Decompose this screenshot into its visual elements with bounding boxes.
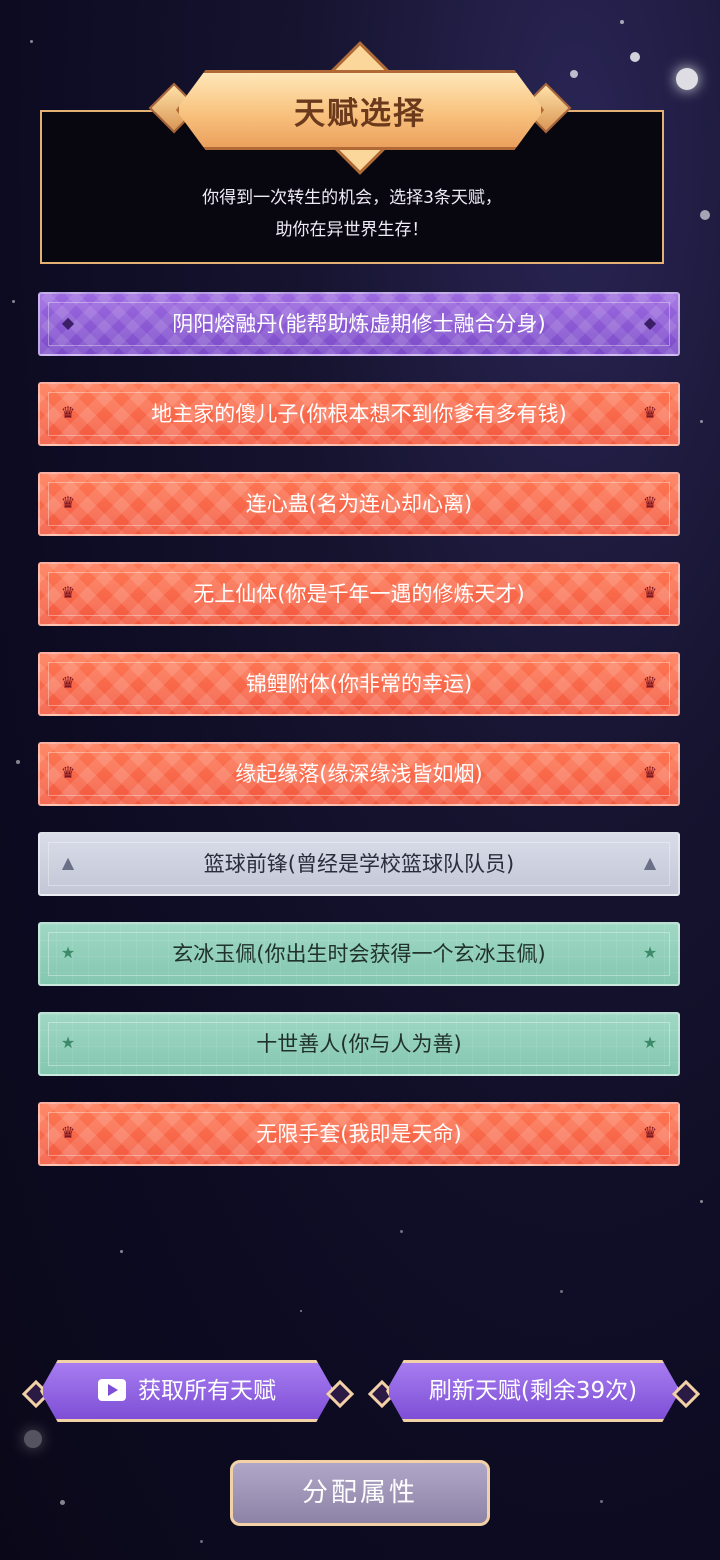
talent-label: 锦鲤附体(你非常的幸运) [245, 672, 473, 696]
talent-label: 无限手套(我即是天命) [256, 1122, 462, 1146]
get-all-talents-button[interactable]: 获取所有天赋 [40, 1360, 334, 1422]
refresh-talents-label: 刷新天赋(剩余39次) [428, 1378, 638, 1404]
talent-option-10[interactable]: ♛ 无限手套(我即是天命) ♛ [38, 1102, 680, 1166]
crown-icon: ♛ [642, 763, 658, 782]
refresh-talents-button[interactable]: 刷新天赋(剩余39次) [386, 1360, 680, 1422]
talent-label: 玄冰玉佩(你出生时会获得一个玄冰玉佩) [172, 942, 546, 966]
crown-icon: ♛ [60, 403, 76, 422]
talent-option-5[interactable]: ♛ 锦鲤附体(你非常的幸运) ♛ [38, 652, 680, 716]
get-all-talents-label: 获取所有天赋 [138, 1378, 276, 1404]
talent-option-7[interactable]: ▲ 篮球前锋(曾经是学校篮球队队员) ▲ [38, 832, 680, 896]
talent-label: 无上仙体(你是千年一遇的修炼天才) [193, 582, 525, 606]
talent-label: 连心蛊(名为连心却心离) [245, 492, 473, 516]
talent-option-9[interactable]: ★ 十世善人(你与人为善) ★ [38, 1012, 680, 1076]
talent-label: 缘起缘落(缘深缘浅皆如烟) [235, 762, 483, 786]
crown-icon: ♛ [60, 673, 76, 692]
crown-icon: ♛ [642, 403, 658, 422]
intro-text: 你得到一次转生的机会，选择3条天赋， 助你在异世界生存！ [42, 182, 662, 246]
allocate-attributes-button[interactable]: 分配属性 [230, 1460, 490, 1526]
talent-label: 地主家的傻儿子(你根本想不到你爹有多有钱) [151, 402, 567, 426]
crown-icon: ♛ [642, 583, 658, 602]
title-banner: 天赋选择 [148, 41, 572, 175]
allocate-attributes-label: 分配属性 [301, 1478, 418, 1508]
talent-label: 篮球前锋(曾经是学校篮球队队员) [203, 852, 515, 876]
star-icon: ★ [60, 943, 76, 962]
crown-icon: ♛ [642, 1123, 658, 1142]
talent-label: 阴阳熔融丹(能帮助炼虚期修士融合分身) [172, 312, 546, 336]
video-play-icon [98, 1378, 126, 1401]
crown-icon: ♛ [642, 673, 658, 692]
triangle-icon: ▲ [61, 853, 75, 872]
intro-line-1: 你得到一次转生的机会，选择3条天赋， [202, 188, 502, 208]
page-title: 天赋选择 [294, 96, 426, 132]
talent-option-6[interactable]: ♛ 缘起缘落(缘深缘浅皆如烟) ♛ [38, 742, 680, 806]
gem-icon: ◆ [61, 313, 75, 332]
crown-icon: ♛ [60, 763, 76, 782]
crown-icon: ♛ [60, 493, 76, 512]
triangle-icon: ▲ [643, 853, 657, 872]
crown-icon: ♛ [642, 493, 658, 512]
talent-option-4[interactable]: ♛ 无上仙体(你是千年一遇的修炼天才) ♛ [38, 562, 680, 626]
talent-option-2[interactable]: ♛ 地主家的傻儿子(你根本想不到你爹有多有钱) ♛ [38, 382, 680, 446]
talent-option-8[interactable]: ★ 玄冰玉佩(你出生时会获得一个玄冰玉佩) ★ [38, 922, 680, 986]
diamond-ornament-icon [325, 1379, 355, 1409]
crown-icon: ♛ [60, 1123, 76, 1142]
intro-line-2: 助你在异世界生存！ [275, 220, 429, 240]
diamond-ornament-icon [671, 1379, 701, 1409]
star-icon: ★ [642, 1033, 658, 1052]
star-icon: ★ [642, 943, 658, 962]
gem-icon: ◆ [643, 313, 657, 332]
talent-label: 十世善人(你与人为善) [256, 1032, 462, 1056]
talent-option-3[interactable]: ♛ 连心蛊(名为连心却心离) ♛ [38, 472, 680, 536]
star-icon: ★ [60, 1033, 76, 1052]
talent-option-1[interactable]: ◆ 阴阳熔融丹(能帮助炼虚期修士融合分身) ◆ [38, 292, 680, 356]
crown-icon: ♛ [60, 583, 76, 602]
